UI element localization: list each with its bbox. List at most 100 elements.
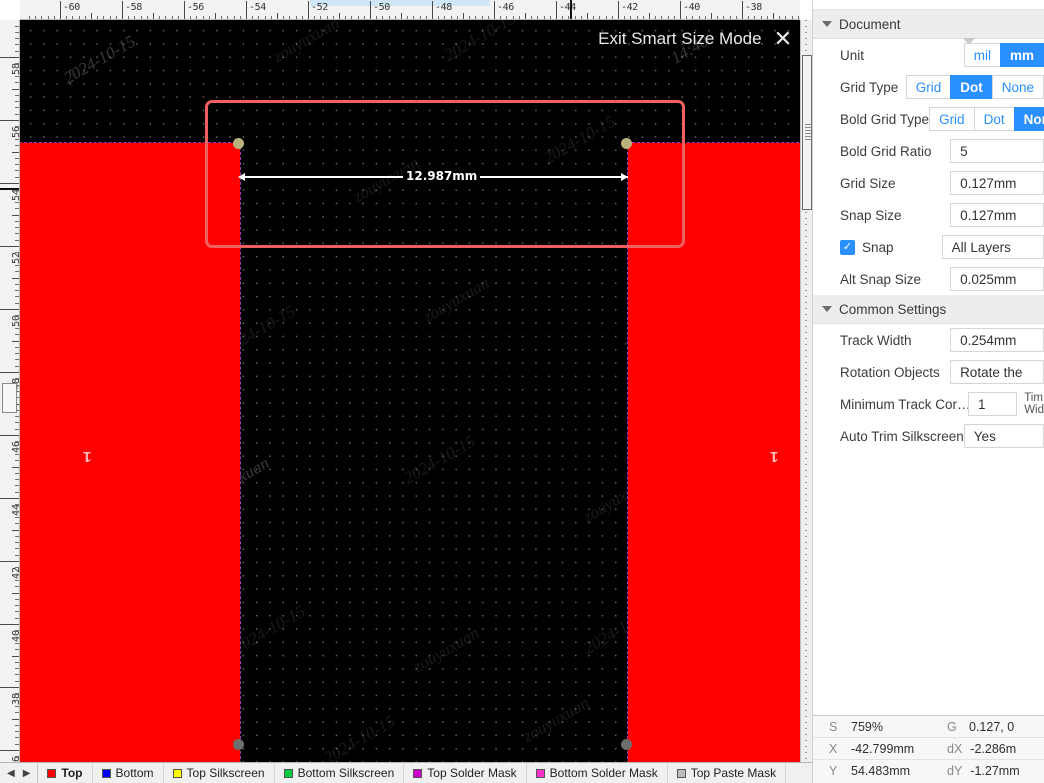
ruler-tick-minor — [773, 13, 774, 19]
layer-item-top-paste-mask[interactable]: Top Paste Mask — [668, 763, 787, 783]
layer-item-top[interactable]: Top — [38, 763, 93, 783]
input-grid-size[interactable]: 0.127mm — [950, 171, 1044, 195]
ruler-tick-minor — [12, 529, 19, 531]
input-alt-snap-size[interactable]: 0.025mm — [950, 267, 1044, 291]
section-header-common-settings[interactable]: Common Settings — [813, 295, 1044, 324]
ruler-tick-minor — [15, 523, 19, 525]
ruler-tick-minor — [15, 126, 19, 128]
status-cell-y: Y 54.483mm — [813, 764, 931, 778]
option-none[interactable]: None — [991, 75, 1044, 99]
canvas-right-gutter[interactable] — [800, 20, 812, 762]
layer-item-bottom-silkscreen[interactable]: Bottom Silkscreen — [275, 763, 405, 783]
ruler-tick-major — [246, 1, 247, 19]
ruler-tick-minor — [15, 346, 19, 348]
ruler-tick-minor — [15, 365, 19, 367]
dimension-value-label: 12.987mm — [403, 169, 481, 183]
ruler-tick-minor — [15, 441, 19, 443]
status-value: 759% — [851, 719, 883, 734]
ruler-tick-minor — [15, 252, 19, 254]
setting-row-snap-size: Snap Size 0.127mm — [813, 199, 1044, 231]
ruler-tick-minor — [15, 611, 19, 613]
layer-item-label: Bottom Solder Mask — [549, 766, 658, 780]
canvas-area: -60-58-56-54-52-50-48-46-44-42-40-38-36 … — [0, 0, 812, 783]
vertical-scrollbar-thumb[interactable] — [802, 55, 812, 210]
input-snap-size[interactable]: 0.127mm — [950, 203, 1044, 227]
input-track-width[interactable]: 0.254mm — [950, 328, 1044, 352]
ruler-tick-minor — [12, 151, 19, 153]
setting-row-grid-size: Grid Size 0.127mm — [813, 167, 1044, 199]
ruler-tick-minor — [15, 724, 19, 726]
option-dot[interactable]: Dot — [950, 75, 993, 99]
ruler-tick-minor — [15, 44, 19, 46]
ruler-tick-minor — [15, 302, 19, 304]
option-grid[interactable]: Grid — [929, 107, 975, 131]
layer-next-button[interactable]: ▶ — [19, 768, 35, 779]
option-dot[interactable]: Dot — [973, 107, 1015, 131]
ruler-tick-minor — [15, 535, 19, 537]
ruler-tick-minor — [15, 642, 19, 644]
status-row: Y 54.483mm dY -1.27mm — [813, 760, 1044, 782]
layer-item-bottom-solder-mask[interactable]: Bottom Solder Mask — [527, 763, 668, 783]
ruler-tick-minor — [15, 510, 19, 512]
input-auto-trim-silkscreen[interactable]: Yes — [963, 424, 1044, 448]
ruler-tick-minor — [15, 208, 19, 210]
layer-toolbar[interactable]: ◀ ▶ Top Bottom Top Silkscreen Bottom Silksc… — [0, 762, 812, 783]
section-header-document[interactable]: Document — [813, 10, 1044, 45]
ruler-tick-minor — [15, 258, 19, 260]
input-rotation-objects[interactable]: Rotate the — [950, 360, 1044, 384]
resize-handle-bottom-right[interactable] — [621, 739, 632, 750]
dimension-arrow-left-icon — [238, 173, 245, 181]
checkbox-snap[interactable]: ✓ — [840, 239, 855, 255]
ruler-tick-major — [0, 435, 19, 436]
ruler-tick-major — [308, 1, 309, 19]
segmented-control-grid-type[interactable]: Grid Dot None — [905, 75, 1044, 99]
exit-smart-size-mode-label: Exit Smart Size Mode — [598, 29, 762, 48]
option-none[interactable]: None — [1013, 107, 1044, 131]
pcb-board-view[interactable]: 2024-10-15zouyuxuan2024-10-15–14:4014:40… — [20, 20, 800, 762]
ruler-tick-minor — [15, 82, 19, 84]
status-cell-x: X -42.799mm — [813, 742, 931, 756]
status-value: -42.799mm — [851, 741, 915, 756]
status-key: S — [829, 719, 838, 734]
input-bold-grid-ratio[interactable]: 5 — [950, 139, 1044, 163]
ruler-tick-minor — [15, 353, 19, 355]
caret-down-icon[interactable] — [822, 21, 832, 27]
segmented-control-bold-grid-type[interactable]: GridDotNone — [929, 107, 1044, 131]
ruler-tick-minor — [15, 491, 19, 493]
caret-down-icon[interactable] — [822, 306, 832, 312]
ruler-label-horizontal: -46 — [497, 2, 514, 13]
layer-item-top-silkscreen[interactable]: Top Silkscreen — [164, 763, 275, 783]
close-x-icon[interactable]: ✕ — [774, 28, 792, 50]
input-minimum-track-cor[interactable]: 1 — [968, 392, 1018, 416]
layer-nav-buttons[interactable]: ◀ ▶ — [0, 763, 39, 783]
note-line-1: Tim — [1024, 392, 1043, 404]
ruler-tick-minor — [15, 113, 19, 115]
ruler-tick-minor — [12, 718, 19, 720]
ruler-handle[interactable] — [2, 383, 17, 413]
layer-color-swatch-icon — [283, 768, 293, 778]
layer-item-top-solder-mask[interactable]: Top Solder Mask — [404, 763, 527, 783]
input-snap[interactable]: All Layers — [941, 235, 1044, 259]
layer-prev-button[interactable]: ◀ — [3, 768, 19, 779]
ruler-tick-minor — [15, 504, 19, 506]
ruler-tick-minor — [15, 378, 19, 380]
ruler-tick-minor — [153, 13, 154, 19]
layer-item-bottom[interactable]: Bottom — [93, 763, 164, 783]
option-grid[interactable]: Grid — [905, 75, 952, 99]
ruler-tick-minor — [15, 668, 19, 670]
option-mil[interactable]: mil — [963, 43, 1001, 67]
ruler-tick-minor — [15, 542, 19, 544]
ruler-tick-minor — [15, 327, 19, 329]
ruler-label-horizontal: -58 — [125, 2, 142, 13]
status-cell-g: G 0.127, 0 — [931, 720, 1014, 734]
option-mm[interactable]: mm — [999, 43, 1044, 67]
resize-handle-top-left[interactable] — [233, 138, 244, 149]
vertical-ruler[interactable]: 585654525048464442403836 — [0, 20, 20, 762]
layer-item-label: Top — [61, 766, 83, 780]
exit-smart-size-mode-button[interactable]: Exit Smart Size Mode ✕ — [598, 28, 792, 50]
resize-handle-top-right[interactable] — [621, 138, 632, 149]
horizontal-ruler[interactable]: -60-58-56-54-52-50-48-46-44-42-40-38-36 — [20, 0, 800, 20]
resize-handle-bottom-left[interactable] — [233, 739, 244, 750]
ruler-tick-minor — [15, 31, 19, 33]
segmented-control-unit[interactable]: mil mm — [963, 43, 1044, 67]
